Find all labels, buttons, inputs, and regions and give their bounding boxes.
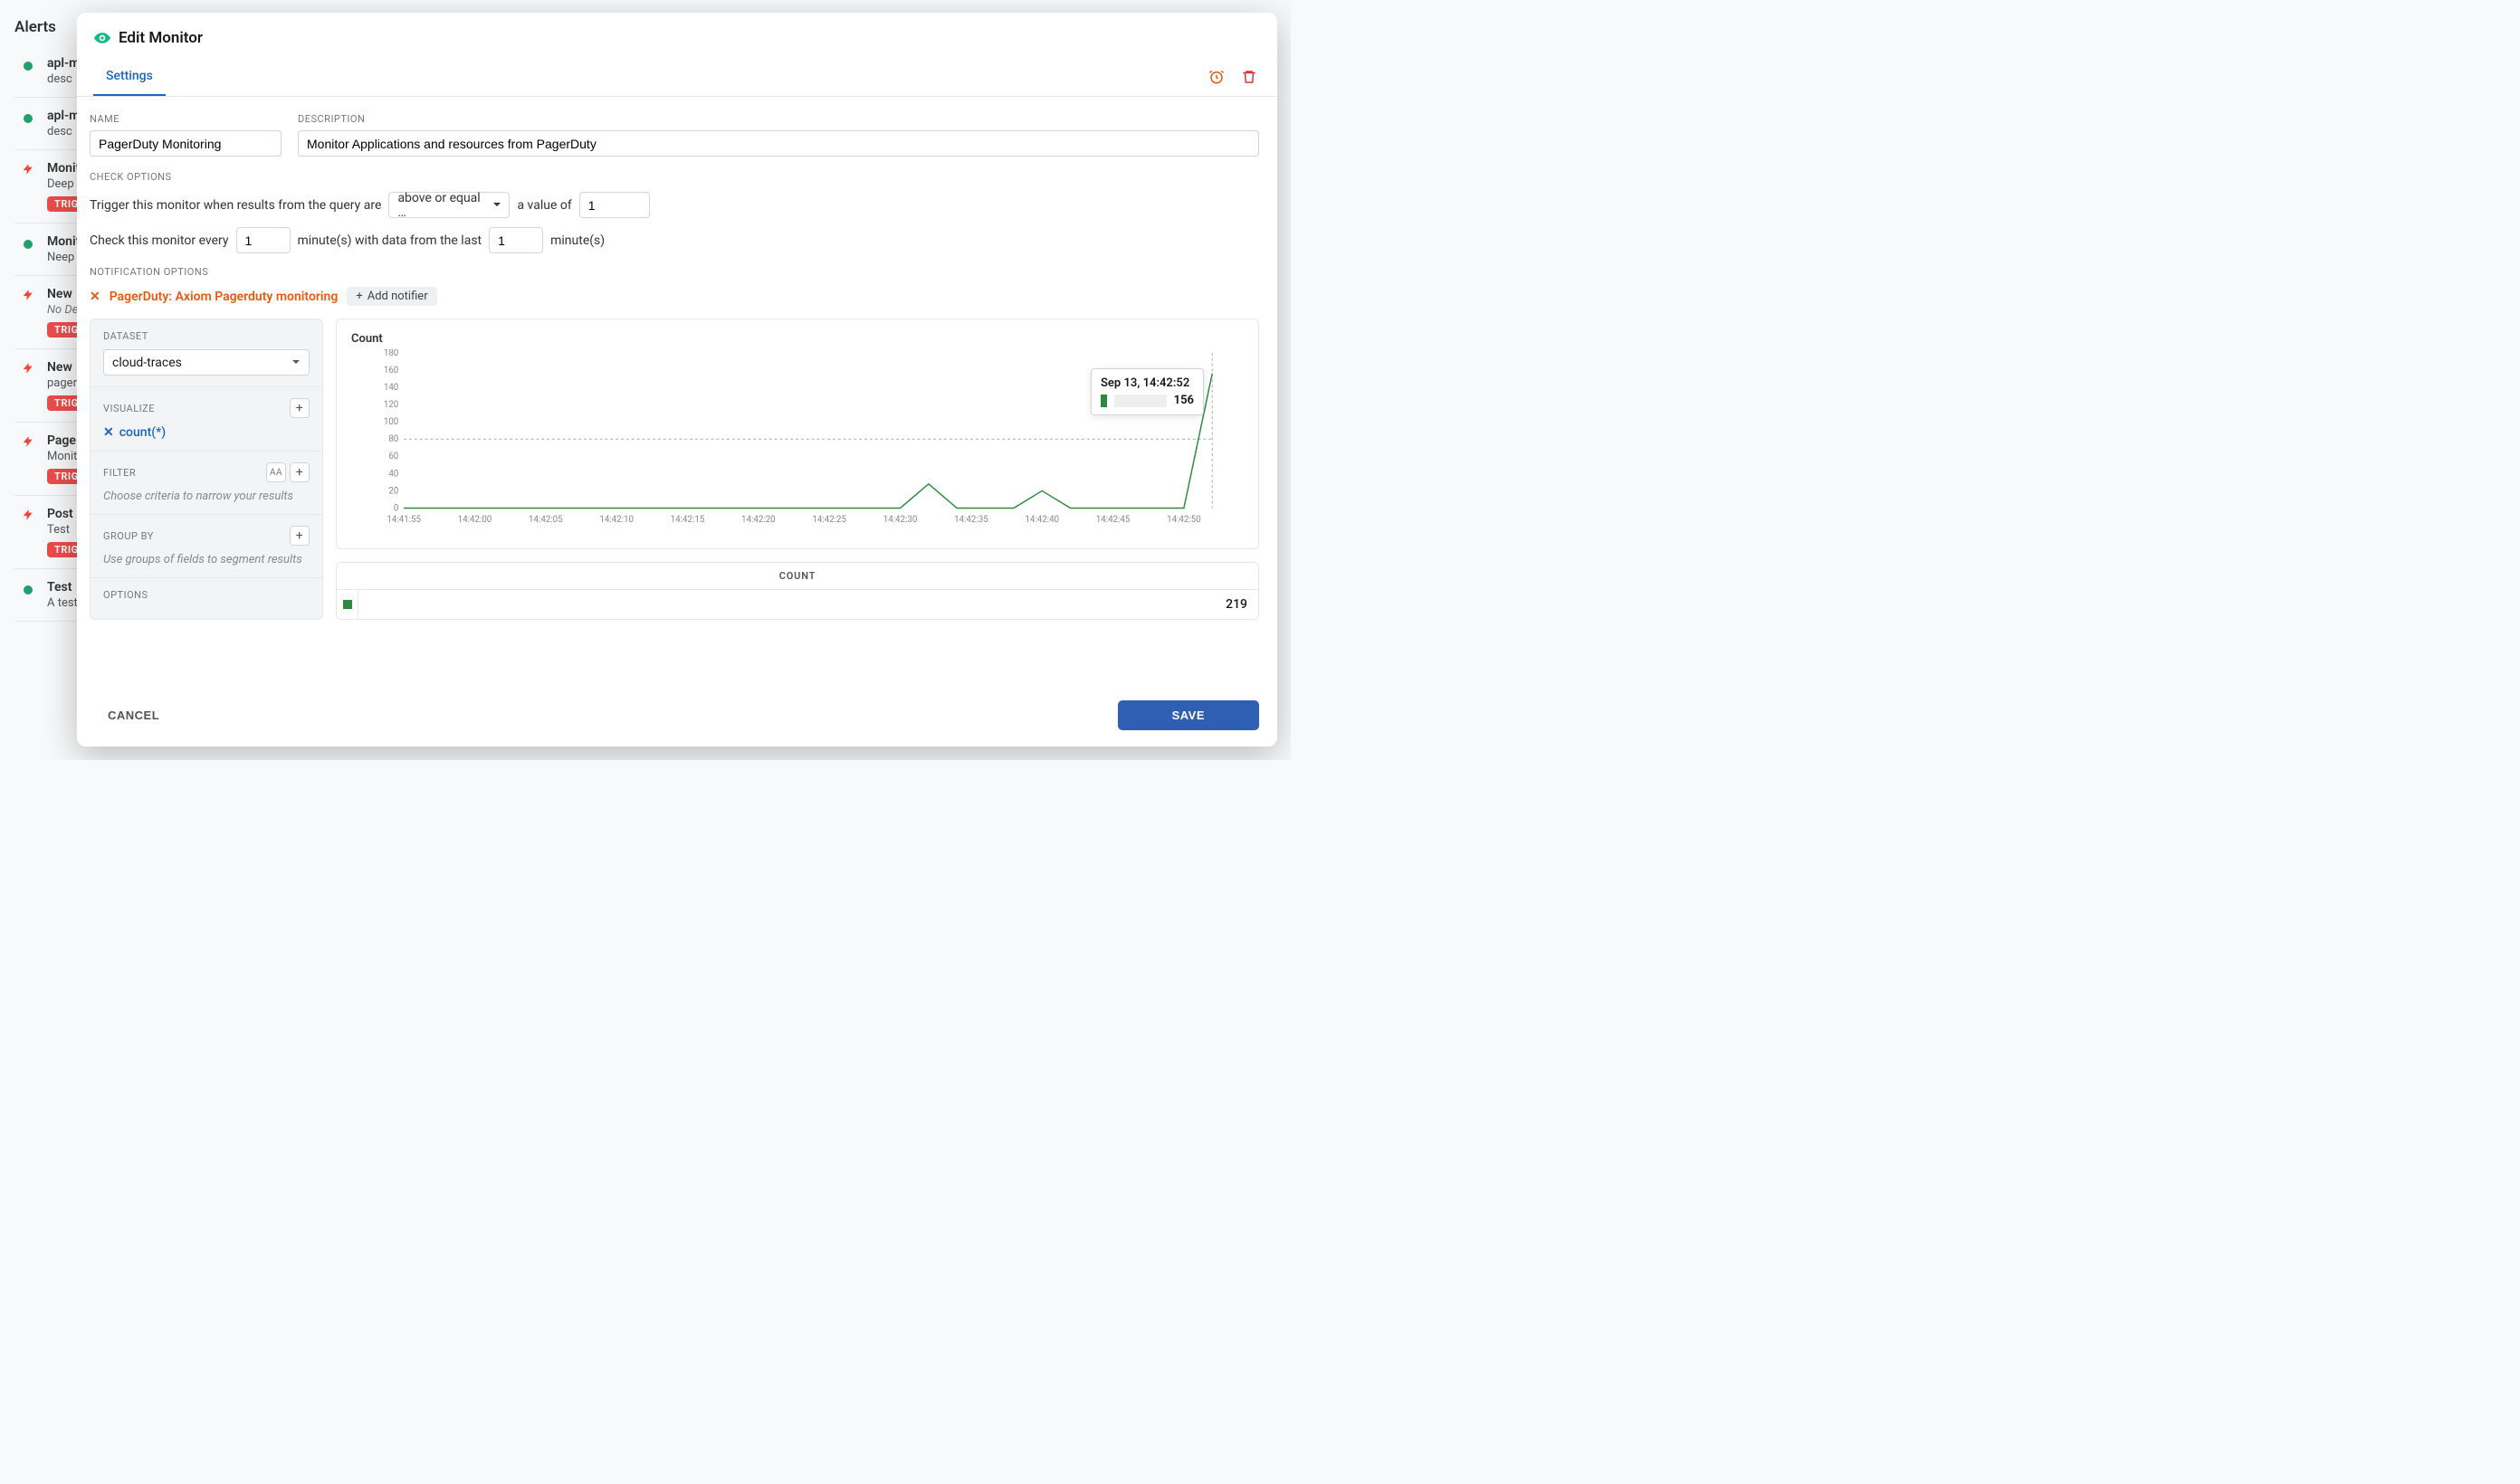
- caret-down-icon: [492, 198, 501, 213]
- filter-hint: Choose criteria to narrow your results: [103, 490, 310, 503]
- add-filter-button[interactable]: +: [290, 462, 310, 482]
- chart-area: Count 0 20 40 60 80 100 120 140 160 180 14:41:55 14…: [336, 319, 1259, 549]
- threshold-input[interactable]: [579, 192, 650, 218]
- value-prefix: a value of: [517, 198, 571, 213]
- svg-text:14:42:00: 14:42:00: [458, 515, 492, 525]
- visualize-chip[interactable]: ✕ count(*): [103, 425, 166, 440]
- dataset-label: DATASET: [103, 330, 148, 342]
- delete-button[interactable]: [1241, 69, 1257, 85]
- check-prefix: Check this monitor every: [90, 233, 229, 248]
- trash-icon: [1241, 69, 1257, 85]
- count-table: COUNT 219: [336, 562, 1259, 620]
- svg-text:20: 20: [388, 486, 398, 496]
- svg-text:14:42:25: 14:42:25: [812, 515, 846, 525]
- svg-text:140: 140: [384, 383, 398, 393]
- add-visualize-button[interactable]: +: [290, 398, 310, 418]
- save-button[interactable]: SAVE: [1118, 700, 1259, 730]
- remove-chip-icon[interactable]: ✕: [103, 425, 114, 440]
- name-input[interactable]: [90, 130, 282, 157]
- notifier-chip[interactable]: PagerDuty: Axiom Pagerduty monitoring: [110, 290, 339, 304]
- remove-notifier-button[interactable]: ✕: [90, 290, 100, 304]
- svg-text:14:42:45: 14:42:45: [1096, 515, 1131, 525]
- chart-tooltip: Sep 13, 14:42:52 156: [1091, 368, 1204, 415]
- groupby-label: GROUP BY: [103, 530, 154, 542]
- tab-settings[interactable]: Settings: [93, 58, 166, 96]
- series-color-swatch: [343, 600, 352, 609]
- svg-text:80: 80: [388, 434, 398, 444]
- count-value: 219: [358, 597, 1258, 612]
- bolt-icon: [22, 289, 31, 298]
- comparator-value: above or equal …: [397, 191, 483, 220]
- bolt-icon: [22, 362, 31, 371]
- notification-options-label: NOTIFICATION OPTIONS: [90, 266, 1259, 278]
- name-label: NAME: [90, 113, 282, 125]
- add-groupby-button[interactable]: +: [290, 526, 310, 546]
- check-options-label: CHECK OPTIONS: [90, 171, 1259, 183]
- chart-title: Count: [351, 332, 1244, 346]
- svg-text:14:42:15: 14:42:15: [671, 515, 705, 525]
- eye-icon: [93, 29, 111, 47]
- case-toggle-button[interactable]: Aa: [266, 462, 286, 482]
- svg-text:160: 160: [384, 366, 398, 376]
- status-dot-icon: [24, 240, 33, 249]
- svg-text:120: 120: [384, 400, 398, 410]
- caret-down-icon: [291, 356, 301, 370]
- plus-icon: +: [356, 290, 362, 303]
- status-dot-icon: [24, 114, 33, 123]
- tooltip-value: 156: [1174, 394, 1194, 407]
- trigger-text-prefix: Trigger this monitor when results from t…: [90, 198, 381, 213]
- minutes-with-data: minute(s) with data from the last: [298, 233, 482, 248]
- table-row: 219: [337, 590, 1258, 619]
- series-color-swatch: [1101, 395, 1107, 407]
- add-notifier-button[interactable]: + Add notifier: [347, 287, 436, 306]
- bolt-icon: [22, 163, 31, 172]
- count-header: COUNT: [337, 563, 1258, 590]
- groupby-hint: Use groups of fields to segment results: [103, 553, 310, 566]
- tooltip-date: Sep 13, 14:42:52: [1101, 376, 1194, 390]
- svg-text:100: 100: [384, 417, 398, 427]
- svg-text:14:42:05: 14:42:05: [529, 515, 563, 525]
- description-label: DESCRIPTION: [298, 113, 1259, 125]
- query-builder-panel: DATASET cloud-traces VISUALIZE + ✕: [90, 319, 323, 620]
- visualize-chip-label: count(*): [119, 425, 166, 440]
- dataset-select[interactable]: cloud-traces: [103, 349, 310, 376]
- lookback-input[interactable]: [489, 227, 543, 253]
- add-notifier-label: Add notifier: [368, 290, 428, 303]
- svg-text:40: 40: [388, 469, 398, 479]
- status-dot-icon: [24, 62, 33, 71]
- svg-text:14:42:20: 14:42:20: [741, 515, 776, 525]
- check-interval-input[interactable]: [236, 227, 291, 253]
- page-title: Alerts: [14, 18, 56, 36]
- svg-text:14:42:40: 14:42:40: [1025, 515, 1059, 525]
- bolt-icon: [22, 435, 31, 444]
- svg-text:14:42:30: 14:42:30: [883, 515, 918, 525]
- dataset-value: cloud-traces: [112, 356, 182, 370]
- modal-title: Edit Monitor: [119, 29, 203, 47]
- svg-text:14:42:10: 14:42:10: [599, 515, 634, 525]
- svg-text:14:42:35: 14:42:35: [954, 515, 988, 525]
- visualize-label: VISUALIZE: [103, 403, 155, 414]
- svg-text:14:41:55: 14:41:55: [387, 515, 421, 525]
- minutes-suffix: minute(s): [550, 233, 605, 248]
- alarm-clock-icon: [1208, 69, 1225, 85]
- svg-text:180: 180: [384, 349, 398, 358]
- cancel-button[interactable]: CANCEL: [108, 709, 159, 722]
- filter-label: FILTER: [103, 467, 136, 479]
- comparator-select[interactable]: above or equal …: [388, 192, 510, 218]
- status-dot-icon: [24, 585, 33, 595]
- svg-text:14:42:50: 14:42:50: [1167, 515, 1201, 525]
- options-label: OPTIONS: [103, 589, 148, 601]
- bolt-icon: [22, 509, 31, 518]
- svg-text:0: 0: [394, 503, 398, 513]
- edit-monitor-modal: Edit Monitor Settings NAME: [77, 13, 1277, 747]
- description-input[interactable]: [298, 130, 1259, 157]
- snooze-button[interactable]: [1208, 69, 1225, 85]
- svg-text:60: 60: [388, 452, 398, 461]
